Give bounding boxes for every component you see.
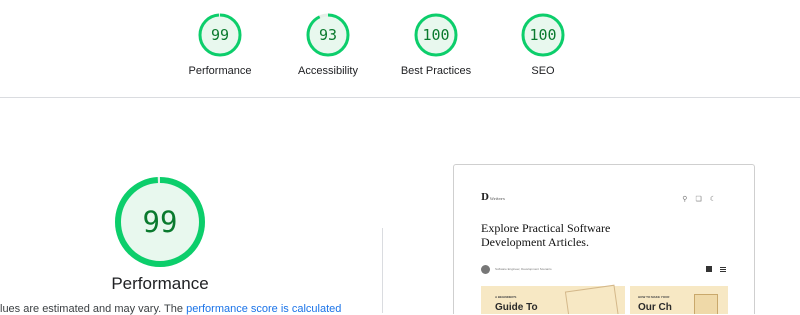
- gauge-label: SEO: [531, 65, 555, 77]
- article-card: HOW TO MAKE YOUR Our Ch: [630, 286, 728, 314]
- column-divider: [382, 228, 383, 313]
- card-title: Guide To: [495, 302, 538, 313]
- site-hero-heading: Explore Practical Software Development A…: [481, 221, 611, 249]
- logo-mark: D: [481, 193, 489, 203]
- card-kicker: A BEGINNER'S: [495, 295, 517, 299]
- logo-subtext: Writers: [489, 196, 505, 201]
- grid-icon: [706, 266, 712, 272]
- score-note: lues are estimated and may vary. The per…: [0, 303, 341, 315]
- author-text: Software Engineer, Development Scenario: [495, 267, 552, 271]
- gauge-ring: 99: [198, 13, 242, 57]
- gauge-score: 93: [319, 26, 337, 44]
- card-title: Our Ch: [638, 302, 672, 313]
- category-title: Performance: [111, 274, 209, 293]
- gauge-label: Accessibility: [298, 65, 358, 77]
- search-icon: ⚲: [682, 196, 696, 203]
- gauge-label: Best Practices: [400, 65, 472, 77]
- card-illustration: [564, 284, 620, 314]
- moon-icon: ☾: [709, 196, 724, 203]
- site-logo: DWriters: [481, 193, 505, 203]
- page-screenshot-thumbnail[interactable]: DWriters ⚲❏☾ Explore Practical Software …: [453, 164, 755, 314]
- gauge-score: 100: [529, 26, 556, 44]
- card-kicker: HOW TO MAKE YOUR: [638, 295, 670, 299]
- gauge-seo[interactable]: 100 SEO: [493, 12, 593, 77]
- gauge-ring: 100: [521, 13, 565, 57]
- article-card: A BEGINNER'S Guide To: [481, 284, 625, 314]
- gauge-ring: 99: [115, 177, 205, 267]
- section-divider: [0, 97, 800, 98]
- performance-gauge-large: 99: [110, 172, 210, 277]
- note-text: lues are estimated and may vary. The: [0, 303, 187, 315]
- gauge-score: 100: [422, 26, 449, 44]
- site-header-icons: ⚲❏☾: [682, 195, 724, 203]
- list-icon: [720, 267, 726, 272]
- performance-score-link[interactable]: performance score is calculated: [186, 303, 341, 315]
- gauge-score: 99: [143, 205, 178, 239]
- gauge-accessibility[interactable]: 93 Accessibility: [278, 12, 378, 77]
- gauge-ring: 93: [306, 13, 350, 57]
- gauge-best-practices[interactable]: 100 Best Practices: [386, 12, 486, 77]
- gauge-label: Performance: [188, 65, 252, 77]
- gauge-score: 99: [211, 26, 229, 44]
- card-illustration: [694, 294, 718, 314]
- score-summary: 99 Performance 93 Accessibility 100 Best…: [0, 0, 800, 98]
- copy-icon: ❏: [695, 196, 710, 203]
- avatar: [481, 265, 490, 274]
- gauge-performance[interactable]: 99 Performance: [170, 12, 270, 77]
- gauge-ring: 100: [414, 13, 458, 57]
